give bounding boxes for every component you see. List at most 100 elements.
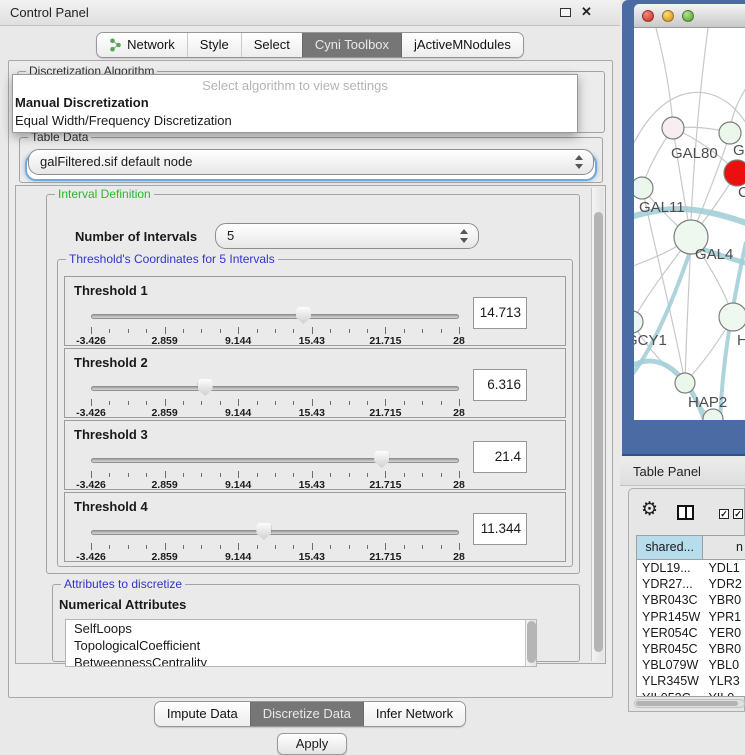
network-node[interactable]	[662, 117, 684, 139]
table-row[interactable]: YBR045CYBR0	[637, 641, 745, 657]
cell-shared-name[interactable]: YBR043C	[637, 592, 703, 608]
column-header-name[interactable]: n	[703, 536, 745, 559]
cell-shared-name[interactable]: YIL052C	[637, 690, 703, 698]
slider-ticks	[91, 543, 459, 551]
tick-mark	[422, 545, 423, 549]
table-row[interactable]: YBR043CYBR0	[637, 592, 745, 608]
attribute-list-item[interactable]: BetweennessCentrality	[66, 654, 536, 667]
tab-discretize-data[interactable]: Discretize Data	[250, 702, 363, 726]
scrollbar-thumb[interactable]	[636, 701, 738, 706]
tick-mark	[201, 329, 202, 333]
cell-shared-name[interactable]: YPR145W	[637, 609, 703, 625]
tab-cyni-toolbox[interactable]: Cyni Toolbox	[302, 33, 401, 57]
slider-thumb[interactable]	[256, 523, 271, 540]
gear-icon[interactable]: ⚙	[641, 500, 658, 520]
threshold-value-field[interactable]: 21.4	[473, 441, 527, 473]
float-window-icon[interactable]	[560, 8, 571, 17]
cell-shared-name[interactable]: YLR345W	[637, 673, 703, 689]
minimize-traffic-light-icon[interactable]	[662, 10, 674, 22]
threshold-value-field[interactable]: 14.713	[473, 297, 527, 329]
tick-mark	[91, 471, 92, 478]
cell-name[interactable]: YLR3	[703, 673, 745, 689]
slider-thumb[interactable]	[198, 379, 213, 396]
scrollbar-thumb[interactable]	[527, 621, 536, 663]
checkbox-icon[interactable]: ✓	[733, 509, 743, 519]
network-node[interactable]	[634, 311, 643, 333]
table-row[interactable]: YPR145WYPR1	[637, 609, 745, 625]
threshold-value-field[interactable]: 6.316	[473, 369, 527, 401]
slider-thumb[interactable]	[296, 307, 311, 324]
list-scrollbar[interactable]	[525, 620, 536, 666]
panel-scrollbar[interactable]	[591, 188, 603, 661]
numerical-attributes-list[interactable]: SelfLoopsTopologicalCoefficientBetweenne…	[65, 619, 537, 667]
tick-mark	[257, 545, 258, 549]
column-header-shared-name[interactable]: shared...	[637, 536, 703, 559]
threshold-slider[interactable]: -3.4262.8599.14415.4321.71528	[91, 451, 459, 489]
network-window-titlebar[interactable]	[634, 4, 745, 28]
table-hscrollbar[interactable]	[634, 699, 745, 708]
close-icon[interactable]: ✕	[581, 4, 592, 20]
cell-shared-name[interactable]: YDR27...	[637, 576, 703, 592]
attribute-list-item[interactable]: SelfLoops	[66, 620, 536, 637]
tab-infer-network[interactable]: Infer Network	[363, 702, 465, 726]
table-row[interactable]: YDL19...YDL1	[637, 560, 745, 576]
threshold-slider[interactable]: -3.4262.8599.14415.4321.71528	[91, 307, 459, 345]
tick-mark	[220, 329, 221, 333]
slider-thumb[interactable]	[374, 451, 389, 468]
tick-mark	[349, 473, 350, 477]
close-traffic-light-icon[interactable]	[642, 10, 654, 22]
threshold-slider[interactable]: -3.4262.8599.14415.4321.71528	[91, 379, 459, 417]
number-of-intervals-select[interactable]: 5	[215, 223, 479, 249]
network-node[interactable]	[719, 303, 745, 331]
attribute-list-item[interactable]: TopologicalCoefficient	[66, 637, 536, 654]
table-row[interactable]: YER054CYER0	[637, 625, 745, 641]
cell-shared-name[interactable]: YBR045C	[637, 641, 703, 657]
cell-shared-name[interactable]: YER054C	[637, 625, 703, 641]
slider-track[interactable]	[91, 314, 459, 319]
network-node[interactable]	[724, 160, 745, 186]
slider-track[interactable]	[91, 530, 459, 535]
table-data-select[interactable]: galFiltered.sif default node	[28, 149, 594, 175]
cell-shared-name[interactable]: YDL19...	[637, 560, 703, 576]
table-row[interactable]: YIL052CYIL0	[637, 690, 745, 698]
tab-impute-data[interactable]: Impute Data	[155, 702, 250, 726]
dropdown-option-equal-width[interactable]: Equal Width/Frequency Discretization	[13, 112, 577, 130]
table-row[interactable]: YDR27...YDR2	[637, 576, 745, 592]
tab-select[interactable]: Select	[241, 33, 302, 57]
threshold-slider[interactable]: -3.4262.8599.14415.4321.71528	[91, 523, 459, 561]
cell-shared-name[interactable]: YBL079W	[637, 657, 703, 673]
checkbox-icon[interactable]: ✓	[719, 509, 729, 519]
network-edge-thick[interactable]	[634, 361, 706, 420]
zoom-traffic-light-icon[interactable]	[682, 10, 694, 22]
network-edge[interactable]	[691, 28, 708, 220]
cell-name[interactable]: YDR2	[703, 576, 745, 592]
tab-jactivemnodules[interactable]: jActiveMNodules	[401, 33, 523, 57]
network-node[interactable]	[675, 373, 695, 393]
cell-name[interactable]: YDL1	[703, 560, 745, 576]
network-node[interactable]	[634, 177, 653, 199]
tab-network[interactable]: Network	[97, 33, 187, 57]
network-edge[interactable]	[656, 28, 673, 128]
split-columns-icon[interactable]	[677, 505, 694, 520]
slider-track[interactable]	[91, 458, 459, 463]
threshold-value-field[interactable]: 11.344	[473, 513, 527, 545]
node-table[interactable]: shared... n YDL19...YDL1YDR27...YDR2YBR0…	[636, 535, 745, 697]
table-row[interactable]: YBL079WYBL0	[637, 657, 745, 673]
network-canvas[interactable]: GAL80GACGAL11GAL4GCY1HHAP2	[634, 28, 745, 420]
cell-name[interactable]: YBR0	[703, 641, 745, 657]
slider-track[interactable]	[91, 386, 459, 391]
dropdown-option-manual[interactable]: Manual Discretization	[13, 94, 577, 112]
scale-label: 21.715	[369, 479, 401, 491]
cell-name[interactable]: YBL0	[703, 657, 745, 673]
tick-mark	[275, 473, 276, 477]
cell-name[interactable]: YIL0	[703, 690, 745, 698]
cell-name[interactable]: YER0	[703, 625, 745, 641]
tab-style[interactable]: Style	[187, 33, 241, 57]
tick-mark	[404, 329, 405, 333]
scrollbar-thumb[interactable]	[594, 212, 603, 652]
table-row[interactable]: YLR345WYLR3	[637, 673, 745, 689]
cell-name[interactable]: YPR1	[703, 609, 745, 625]
cell-name[interactable]: YBR0	[703, 592, 745, 608]
network-node[interactable]	[719, 122, 741, 144]
apply-button[interactable]: Apply	[277, 733, 347, 755]
